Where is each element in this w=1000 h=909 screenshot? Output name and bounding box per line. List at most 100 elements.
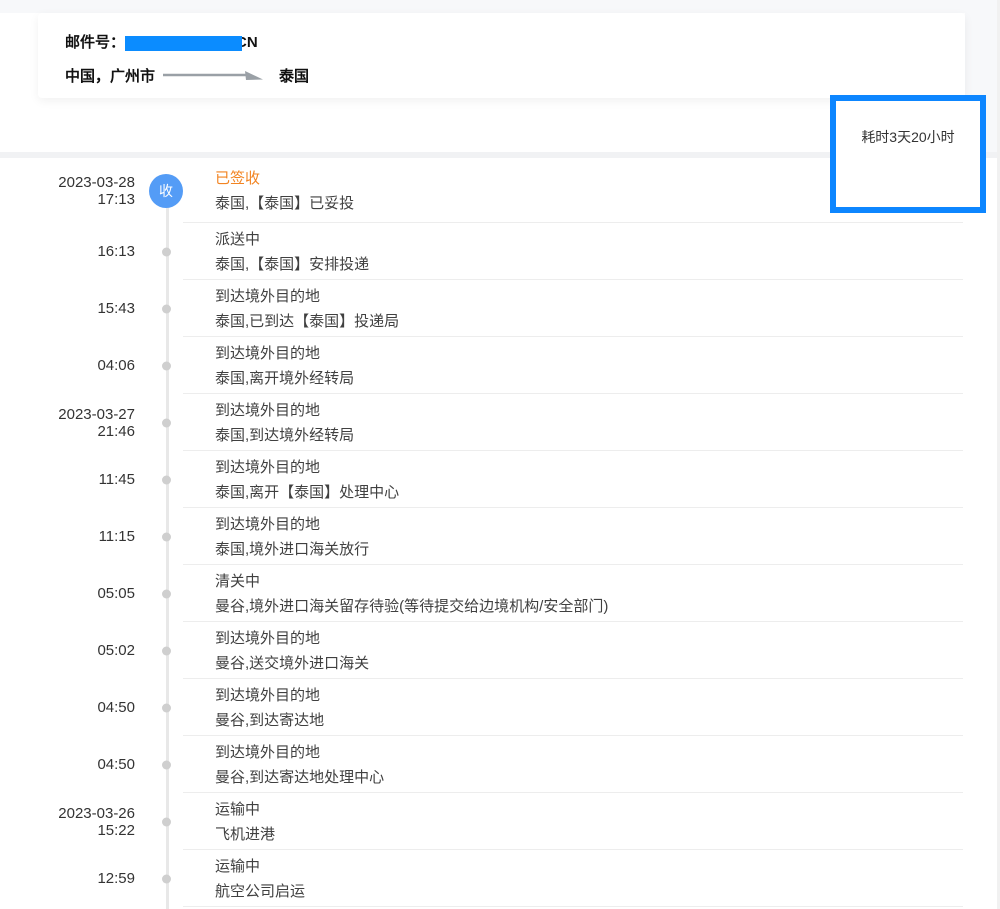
- event-content: 到达境外目的地 泰国,离开【泰国】处理中心: [215, 455, 1000, 505]
- timeline-gutter: [135, 793, 215, 850]
- event-detail: 曼谷,到达寄达地处理中心: [215, 765, 955, 790]
- timeline-dot-icon: [162, 703, 171, 712]
- timeline-event-row: 04:50 到达境外目的地 曼谷,到达寄达地处理中心: [0, 736, 1000, 793]
- mail-number-row: 邮件号：CN: [65, 33, 965, 53]
- event-time: 05:05: [0, 585, 135, 602]
- event-time-column: 2023-03-26 15:22: [0, 805, 135, 839]
- timeline-gutter: [135, 223, 215, 280]
- event-status: 清关中: [215, 569, 955, 594]
- timeline-event-row: 04:06 到达境外目的地 泰国,离开境外经转局: [0, 337, 1000, 394]
- event-time: 16:13: [0, 243, 135, 260]
- event-detail: 曼谷,送交境外进口海关: [215, 651, 955, 676]
- route-row: 中国，广州市 泰国: [65, 65, 965, 86]
- destination-text: 泰国: [279, 65, 309, 86]
- event-status: 派送中: [215, 227, 955, 252]
- event-status: 到达境外目的地: [215, 626, 955, 651]
- timeline-gutter: [135, 337, 215, 394]
- mail-number-label: 邮件号：: [65, 33, 125, 53]
- event-time-column: 15:43: [0, 300, 135, 317]
- timeline-gutter: [135, 451, 215, 508]
- event-status: 运输中: [215, 797, 955, 822]
- event-detail: 泰国,【泰国】安排投递: [215, 252, 955, 277]
- timeline-event-row: 2023-03-26 15:22 运输中 飞机进港: [0, 793, 1000, 850]
- duration-highlight-box: 耗时3天20小时: [830, 95, 986, 213]
- event-content: 到达境外目的地 曼谷,送交境外进口海关: [215, 626, 1000, 676]
- event-time: 05:02: [0, 642, 135, 659]
- event-content: 运输中 航空公司启运: [215, 854, 1000, 904]
- timeline-gutter: [135, 850, 215, 907]
- event-time: 11:45: [0, 471, 135, 488]
- timeline-event-row: 2023-03-27 21:46 到达境外目的地 泰国,到达境外经转局: [0, 394, 1000, 451]
- event-time-column: 11:15: [0, 528, 135, 545]
- event-content: 到达境外目的地 曼谷,到达寄达地处理中心: [215, 740, 1000, 790]
- row-divider: [183, 906, 963, 907]
- event-time: 04:50: [0, 756, 135, 773]
- received-badge-icon: 收: [149, 174, 183, 208]
- event-content: 到达境外目的地 曼谷,到达寄达地: [215, 683, 1000, 733]
- timeline-event-row: 11:15 到达境外目的地 泰国,境外进口海关放行: [0, 508, 1000, 565]
- timeline-event-row: 11:45 到达境外目的地 泰国,离开【泰国】处理中心: [0, 451, 1000, 508]
- timeline-gutter: [135, 622, 215, 679]
- event-detail: 航空公司启运: [215, 879, 955, 904]
- timeline-dot-icon: [162, 817, 171, 826]
- event-time: 15:22: [0, 822, 135, 839]
- event-time-column: 04:50: [0, 756, 135, 773]
- timeline-dot-icon: [162, 646, 171, 655]
- shipment-summary-card: 邮件号：CN 中国，广州市 泰国: [38, 13, 965, 98]
- event-time-column: 11:45: [0, 471, 135, 488]
- event-date: 2023-03-26: [0, 805, 135, 822]
- event-time-column: 05:05: [0, 585, 135, 602]
- timeline-dot-icon: [162, 589, 171, 598]
- route-arrow-icon: [163, 70, 265, 84]
- event-status: 到达境外目的地: [215, 455, 955, 480]
- timeline-dot-icon: [162, 532, 171, 541]
- event-status: 到达境外目的地: [215, 512, 955, 537]
- event-time: 11:15: [0, 528, 135, 545]
- event-content: 到达境外目的地 泰国,离开境外经转局: [215, 341, 1000, 391]
- event-date: 2023-03-27: [0, 406, 135, 423]
- event-detail: 泰国,离开境外经转局: [215, 366, 955, 391]
- tracking-timeline: 2023-03-28 17:13 收 已签收 泰国,【泰国】已妥投 16:13 …: [0, 158, 1000, 909]
- timeline-gutter: [135, 280, 215, 337]
- timeline-event-row: 05:02 到达境外目的地 曼谷,送交境外进口海关: [0, 622, 1000, 679]
- event-content: 到达境外目的地 泰国,已到达【泰国】投递局: [215, 284, 1000, 334]
- event-time: 21:46: [0, 423, 135, 440]
- origin-text: 中国，广州市: [65, 65, 155, 86]
- event-time: 04:06: [0, 357, 135, 374]
- timeline-gutter: [135, 679, 215, 736]
- event-detail: 泰国,境外进口海关放行: [215, 537, 955, 562]
- event-time: 12:59: [0, 870, 135, 887]
- timeline-dot-icon: [162, 304, 171, 313]
- event-detail: 曼谷,境外进口海关留存待验(等待提交给边境机构/安全部门): [215, 594, 955, 619]
- timeline-event-row: 16:13 派送中 泰国,【泰国】安排投递: [0, 223, 1000, 280]
- timeline-gutter: [135, 736, 215, 793]
- event-status: 到达境外目的地: [215, 398, 955, 423]
- timeline-event-row: 05:05 清关中 曼谷,境外进口海关留存待验(等待提交给边境机构/安全部门): [0, 565, 1000, 622]
- timeline-dot-icon: [162, 475, 171, 484]
- event-content: 到达境外目的地 泰国,境外进口海关放行: [215, 512, 1000, 562]
- event-detail: 泰国,到达境外经转局: [215, 423, 955, 448]
- event-status: 到达境外目的地: [215, 683, 955, 708]
- event-time-column: 04:06: [0, 357, 135, 374]
- event-content: 到达境外目的地 泰国,到达境外经转局: [215, 398, 1000, 448]
- timeline-dot-icon: [162, 247, 171, 256]
- event-status: 到达境外目的地: [215, 284, 955, 309]
- timeline-dot-icon: [162, 874, 171, 883]
- event-time: 15:43: [0, 300, 135, 317]
- event-time: 04:50: [0, 699, 135, 716]
- page-top-strip: [0, 0, 1000, 13]
- event-status: 到达境外目的地: [215, 341, 955, 366]
- event-detail: 飞机进港: [215, 822, 955, 847]
- event-detail: 曼谷,到达寄达地: [215, 708, 955, 733]
- event-detail: 泰国,已到达【泰国】投递局: [215, 309, 955, 334]
- duration-text: 耗时3天20小时: [836, 127, 980, 147]
- event-status: 到达境外目的地: [215, 740, 955, 765]
- timeline-gutter: [135, 394, 215, 451]
- event-time-column: 04:50: [0, 699, 135, 716]
- timeline-dot-icon: [162, 361, 171, 370]
- event-content: 派送中 泰国,【泰国】安排投递: [215, 227, 1000, 277]
- timeline-event-row: 04:50 到达境外目的地 曼谷,到达寄达地: [0, 679, 1000, 736]
- event-time-column: 05:02: [0, 642, 135, 659]
- timeline-gutter: [135, 565, 215, 622]
- mail-number-redaction: [125, 36, 242, 51]
